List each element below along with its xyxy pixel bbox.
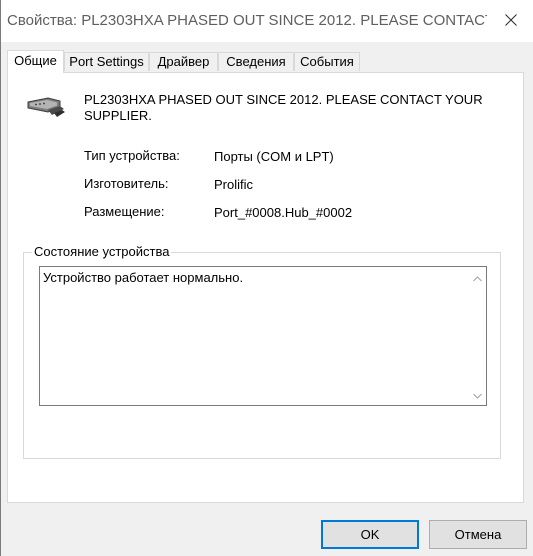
- chevron-up-icon: [473, 270, 482, 285]
- ok-button[interactable]: OK: [321, 520, 419, 549]
- tab-driver[interactable]: Драйвер: [149, 52, 218, 71]
- close-button[interactable]: [488, 0, 533, 42]
- status-scrollbar[interactable]: [469, 267, 486, 405]
- close-icon: [505, 13, 517, 29]
- scroll-up-button[interactable]: [469, 269, 486, 286]
- chevron-down-icon: [473, 387, 482, 402]
- serial-port-icon: [26, 96, 66, 121]
- window-title: Свойства: PL2303HXA PHASED OUT SINCE 201…: [7, 12, 487, 29]
- tab-general[interactable]: Общие: [7, 50, 64, 73]
- tab-label: Общие: [14, 53, 57, 68]
- device-status-group: Состояние устройства Устройство работает…: [23, 244, 501, 459]
- tab-port-settings[interactable]: Port Settings: [64, 52, 149, 71]
- location-value: Port_#0008.Hub_#0002: [214, 205, 353, 220]
- manufacturer-value: Prolific: [214, 177, 254, 192]
- tab-events[interactable]: События: [294, 52, 360, 71]
- tab-label: Сведения: [226, 54, 286, 69]
- tab-details[interactable]: Сведения: [218, 52, 294, 71]
- tab-label: Port Settings: [69, 54, 144, 69]
- device-type-label: Тип устройства:: [84, 148, 180, 163]
- device-status-textbox[interactable]: Устройство работает нормально.: [39, 266, 487, 406]
- cancel-button-label: Отмена: [454, 527, 502, 542]
- scroll-down-button[interactable]: [469, 386, 486, 403]
- cancel-button[interactable]: Отмена: [429, 520, 527, 549]
- device-name: PL2303HXA PHASED OUT SINCE 2012. PLEASE …: [84, 92, 483, 123]
- ok-button-label: OK: [360, 527, 380, 542]
- location-label: Размещение:: [84, 204, 165, 219]
- title-bar[interactable]: Свойства: PL2303HXA PHASED OUT SINCE 201…: [1, 0, 533, 42]
- tab-label: События: [300, 54, 354, 69]
- device-type-value: Порты (COM и LPT): [214, 149, 334, 164]
- properties-dialog: Свойства: PL2303HXA PHASED OUT SINCE 201…: [0, 0, 533, 556]
- general-tab-panel: PL2303HXA PHASED OUT SINCE 2012. PLEASE …: [7, 72, 524, 503]
- device-status-text: Устройство работает нормально.: [43, 270, 244, 285]
- device-status-title: Состояние устройства: [32, 244, 172, 259]
- manufacturer-label: Изготовитель:: [84, 176, 169, 191]
- tab-label: Драйвер: [157, 54, 210, 69]
